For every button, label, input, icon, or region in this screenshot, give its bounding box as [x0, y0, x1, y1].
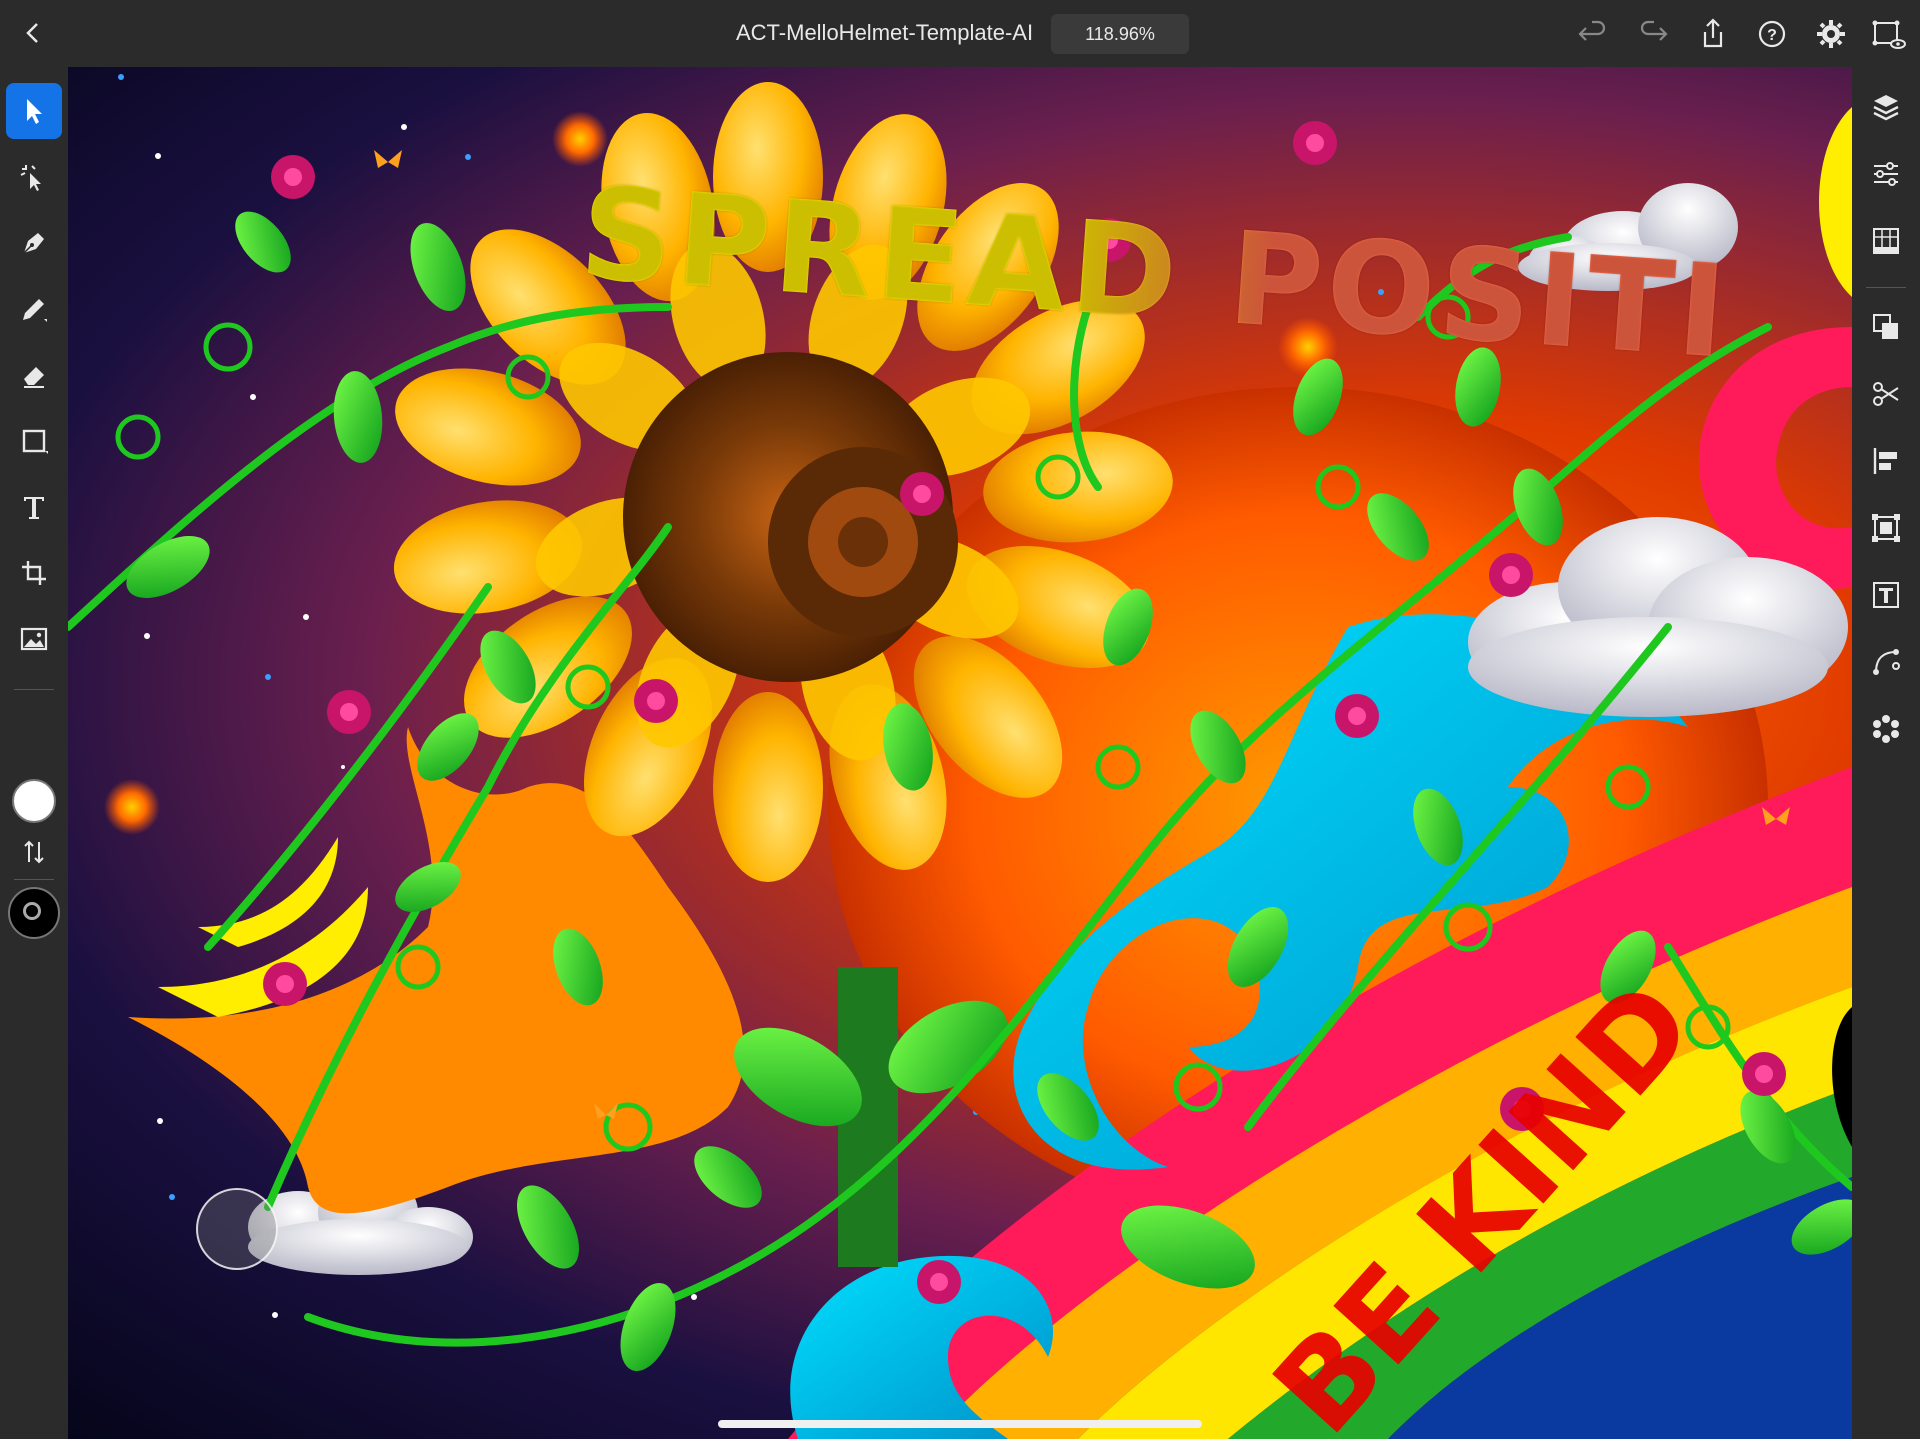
- transform-icon: [1872, 514, 1900, 542]
- left-toolbar: [0, 67, 68, 1439]
- scissors-icon: [1873, 382, 1899, 406]
- swap-colors-button[interactable]: [20, 838, 48, 866]
- crop-transform-icon: [22, 561, 46, 585]
- panel-divider: [1866, 287, 1906, 288]
- svg-text:?: ?: [1767, 27, 1777, 44]
- preview-icon: [1872, 20, 1906, 49]
- settings-button[interactable]: [1811, 14, 1851, 54]
- type-tool[interactable]: [6, 479, 62, 535]
- zoom-level[interactable]: 118.96%: [1051, 14, 1189, 54]
- selection-tool[interactable]: [6, 83, 62, 139]
- stroke-color-swatch[interactable]: [8, 887, 60, 939]
- layers-button[interactable]: [1866, 87, 1906, 127]
- grid-ruler-icon: [1873, 228, 1899, 254]
- layers-icon: [1873, 95, 1899, 121]
- undo-icon: [1578, 20, 1606, 41]
- toolbar-divider: [14, 879, 54, 880]
- artboard-canvas[interactable]: SPREAD POSITI BE KIND: [68, 67, 1852, 1439]
- type-t-icon: [24, 497, 44, 519]
- help-button[interactable]: ?: [1752, 14, 1792, 54]
- eraser-tool[interactable]: [6, 347, 62, 403]
- toolbar-divider: [14, 689, 54, 690]
- undo-button[interactable]: [1572, 14, 1612, 54]
- pen-nib-icon: [23, 233, 44, 254]
- share-button[interactable]: [1693, 14, 1733, 54]
- properties-sliders-icon: [1874, 162, 1898, 186]
- help-icon: ?: [1758, 20, 1786, 48]
- type-options-icon: [1873, 582, 1899, 608]
- right-panel: [1852, 67, 1920, 1439]
- redo-icon: [1640, 20, 1668, 41]
- yellow-sun-edge: [1819, 107, 1852, 297]
- align-left-icon: [1873, 448, 1897, 474]
- redo-button[interactable]: [1634, 14, 1674, 54]
- image-icon: [20, 627, 48, 651]
- preview-button[interactable]: [1868, 14, 1908, 54]
- scissors-button[interactable]: [1866, 374, 1906, 414]
- direct-selection-tool[interactable]: [6, 149, 62, 205]
- back-button[interactable]: [16, 16, 50, 50]
- repeat-radial-icon: [1873, 715, 1899, 743]
- eraser-icon: [24, 367, 44, 388]
- properties-button[interactable]: [1866, 154, 1906, 194]
- fill-color-swatch[interactable]: [12, 779, 56, 823]
- arrow-pointer-icon: [27, 99, 42, 124]
- pencil-tool[interactable]: [6, 281, 62, 337]
- pen-tool[interactable]: [6, 215, 62, 271]
- share-icon: [1703, 18, 1723, 48]
- swap-arrows-icon: [24, 840, 44, 864]
- rectangle-tool[interactable]: [6, 413, 62, 469]
- pathfinder-button[interactable]: [1866, 307, 1906, 347]
- type-options-button[interactable]: [1866, 575, 1906, 615]
- path-curve-icon: [1873, 649, 1900, 675]
- pencil-icon: [23, 299, 47, 322]
- pathfinder-icon: [1873, 314, 1898, 339]
- path-button[interactable]: [1866, 642, 1906, 682]
- home-indicator[interactable]: [718, 1420, 1202, 1428]
- settings-icon: [1817, 20, 1845, 48]
- repeat-button[interactable]: [1866, 709, 1906, 749]
- transform-tool[interactable]: [6, 545, 62, 601]
- transform-button[interactable]: [1866, 508, 1906, 548]
- top-bar: ACT-MelloHelmet-Template-AI 118.96% ?: [0, 0, 1920, 68]
- grid-button[interactable]: [1866, 221, 1906, 261]
- back-icon: [26, 23, 38, 43]
- rectangle-icon: [22, 429, 48, 454]
- touch-cursor: [196, 1188, 278, 1270]
- document-title[interactable]: ACT-MelloHelmet-Template-AI: [736, 20, 1033, 46]
- align-button[interactable]: [1866, 441, 1906, 481]
- place-image-tool[interactable]: [6, 611, 62, 667]
- magic-wand-icon: [20, 165, 41, 191]
